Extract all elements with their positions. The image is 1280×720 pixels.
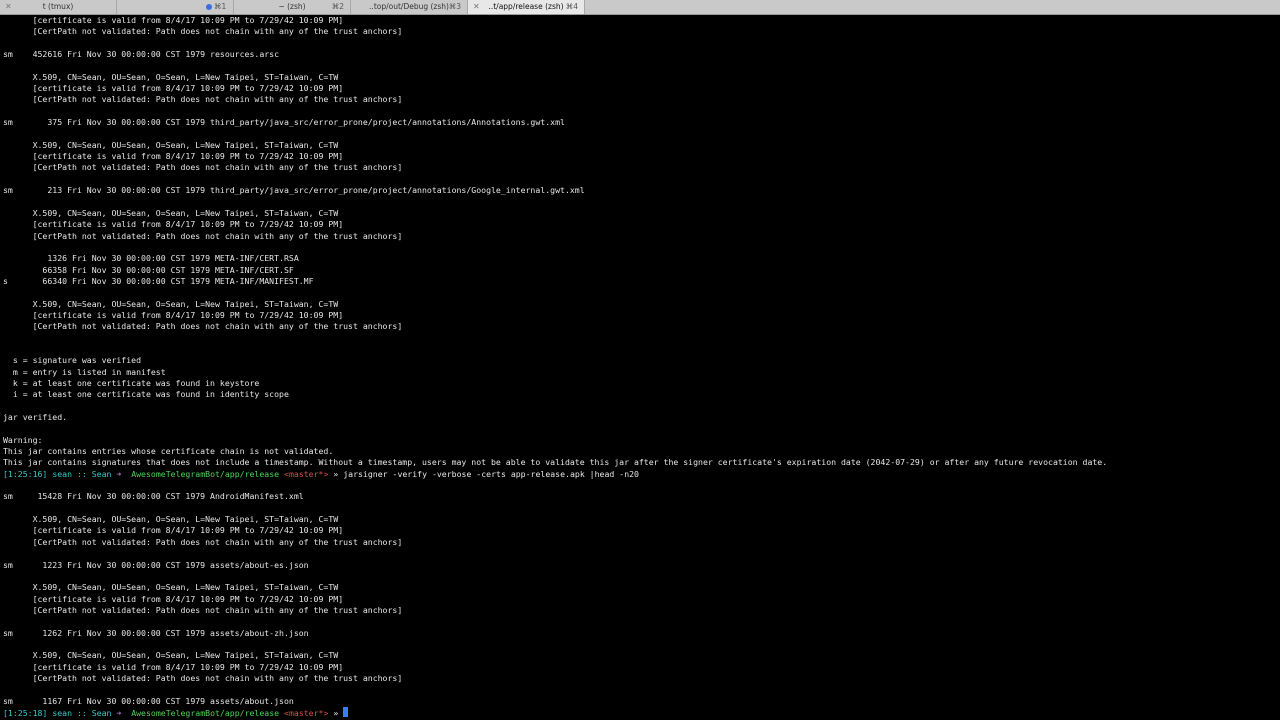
- prompt-path: AwesomeTelegramBot/app/release: [131, 707, 280, 718]
- prompt-branch: <master*>: [284, 468, 329, 479]
- tab-tmux[interactable]: ✕ t (tmux): [0, 0, 117, 14]
- output-line: [CertPath not validated: Path does not c…: [3, 536, 403, 547]
- output-block: sm 15428 Fri Nov 30 00:00:00 CST 1979 An…: [3, 480, 1277, 707]
- unread-indicator-icon: [206, 4, 212, 10]
- output-line: [certificate is valid from 8/4/17 10:09 …: [3, 525, 344, 536]
- output-line: sm 1223 Fri Nov 30 00:00:00 CST 1979 ass…: [3, 559, 309, 570]
- output-line: [certificate is valid from 8/4/17 10:09 …: [3, 15, 344, 25]
- output-line: [CertPath not validated: Path does not c…: [3, 604, 403, 615]
- output-line: [certificate is valid from 8/4/17 10:09 …: [3, 661, 344, 672]
- output-line: sm 452616 Fri Nov 30 00:00:00 CST 1979 r…: [3, 49, 280, 60]
- tab-zsh-home[interactable]: ~ (zsh) ⌘2: [234, 0, 351, 14]
- output-line: [certificate is valid from 8/4/17 10:09 …: [3, 151, 344, 162]
- prompt-path: AwesomeTelegramBot/app/release: [131, 468, 280, 479]
- prompt-user: sean :: Sean: [52, 707, 112, 718]
- prompt-user: sean :: Sean: [52, 468, 112, 479]
- tab-bar: ✕ t (tmux) ⌘1 ~ (zsh) ⌘2 ..top/out/Debug…: [0, 0, 1280, 15]
- output-line: X.509, CN=Sean, OU=Sean, O=Sean, L=New T…: [3, 298, 339, 309]
- terminal-output[interactable]: [certificate is valid from 8/4/17 10:09 …: [3, 15, 1277, 720]
- output-line: X.509, CN=Sean, OU=Sean, O=Sean, L=New T…: [3, 582, 339, 593]
- output-line: [certificate is valid from 8/4/17 10:09 …: [3, 309, 344, 320]
- output-line: [CertPath not validated: Path does not c…: [3, 26, 403, 37]
- prompt-branch: <master*>: [284, 707, 329, 718]
- output-line: sm 375 Fri Nov 30 00:00:00 CST 1979 thir…: [3, 117, 565, 128]
- tab-shortcut: ⌘3: [448, 2, 461, 11]
- tab-shortcut: ⌘4: [565, 2, 578, 11]
- prompt-time: [1:25:16]: [3, 468, 48, 479]
- prompt-symbol: »: [333, 707, 339, 718]
- output-line: X.509, CN=Sean, OU=Sean, O=Sean, L=New T…: [3, 139, 339, 150]
- text-cursor[interactable]: [343, 706, 349, 717]
- output-line: X.509, CN=Sean, OU=Sean, O=Sean, L=New T…: [3, 71, 339, 82]
- tab-app-release[interactable]: ✕ ..t/app/release (zsh) ⌘4: [468, 0, 585, 14]
- output-line: sm 213 Fri Nov 30 00:00:00 CST 1979 thir…: [3, 185, 585, 196]
- output-line: [CertPath not validated: Path does not c…: [3, 321, 403, 332]
- output-line: X.509, CN=Sean, OU=Sean, O=Sean, L=New T…: [3, 207, 339, 218]
- prompt-time: [1:25:18]: [3, 707, 48, 718]
- prompt-command: jarsigner -verify -verbose -certs app-re…: [343, 468, 639, 479]
- output-line: s = signature was verified: [3, 355, 142, 366]
- output-line: This jar contains signatures that does n…: [3, 457, 1108, 468]
- output-block: [certificate is valid from 8/4/17 10:09 …: [3, 15, 1277, 469]
- tab-1[interactable]: ⌘1: [117, 0, 234, 14]
- prompt-line: [1:25:16] sean :: Sean ➜ AwesomeTelegram…: [3, 469, 1277, 480]
- output-line: [CertPath not validated: Path does not c…: [3, 672, 403, 683]
- output-line: This jar contains entries whose certific…: [3, 446, 334, 457]
- output-line: i = at least one certificate was found i…: [3, 389, 289, 400]
- output-line: s 66340 Fri Nov 30 00:00:00 CST 1979 MET…: [3, 275, 314, 286]
- output-line: X.509, CN=Sean, OU=Sean, O=Sean, L=New T…: [3, 514, 339, 525]
- output-line: Warning:: [3, 434, 43, 445]
- output-line: [certificate is valid from 8/4/17 10:09 …: [3, 219, 344, 230]
- output-line: k = at least one certificate was found i…: [3, 378, 260, 388]
- prompt-line[interactable]: [1:25:18] sean :: Sean ➜ AwesomeTelegram…: [3, 706, 1277, 718]
- prompt-symbol: »: [333, 468, 339, 479]
- output-line: 66358 Fri Nov 30 00:00:00 CST 1979 META-…: [3, 264, 294, 275]
- output-line: sm 1262 Fri Nov 30 00:00:00 CST 1979 ass…: [3, 627, 309, 638]
- output-line: [CertPath not validated: Path does not c…: [3, 94, 403, 105]
- output-line: [CertPath not validated: Path does not c…: [3, 230, 403, 241]
- output-line: sm 15428 Fri Nov 30 00:00:00 CST 1979 An…: [3, 491, 304, 502]
- output-line: m = entry is listed in manifest: [3, 366, 166, 377]
- tab-shortcut: ⌘1: [214, 2, 227, 11]
- output-line: jar verified.: [3, 412, 68, 423]
- tab-out-debug[interactable]: ..top/out/Debug (zsh) ⌘3: [351, 0, 468, 14]
- output-line: X.509, CN=Sean, OU=Sean, O=Sean, L=New T…: [3, 650, 339, 661]
- output-line: 1326 Fri Nov 30 00:00:00 CST 1979 META-I…: [3, 253, 299, 264]
- arrow-icon: ➜: [116, 468, 122, 479]
- output-line: sm 1167 Fri Nov 30 00:00:00 CST 1979 ass…: [3, 695, 294, 706]
- output-line: [certificate is valid from 8/4/17 10:09 …: [3, 83, 344, 94]
- output-line: [CertPath not validated: Path does not c…: [3, 162, 403, 173]
- arrow-icon: ➜: [116, 707, 122, 718]
- tab-title: t (tmux): [42, 2, 74, 11]
- tab-shortcut: ⌘2: [331, 2, 344, 11]
- output-line: [certificate is valid from 8/4/17 10:09 …: [3, 593, 344, 604]
